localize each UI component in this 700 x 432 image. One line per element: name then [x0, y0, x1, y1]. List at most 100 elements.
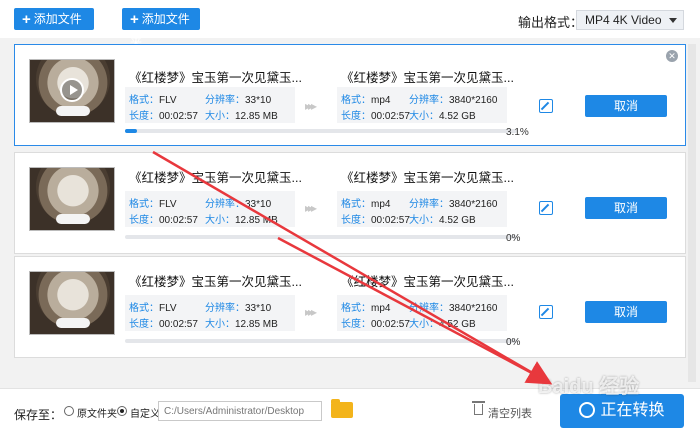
duration-key: 长度： [341, 215, 371, 226]
radio-custom[interactable] [117, 406, 127, 416]
output-format-select[interactable]: MP4 4K Video [576, 10, 684, 30]
plus-icon: + [130, 11, 139, 28]
plus-icon: + [22, 11, 31, 28]
target-title: 《红楼梦》宝玉第一次见黛玉... [341, 275, 514, 289]
baidu-watermark: Baidu 经验 [538, 376, 640, 398]
clear-list-button[interactable]: 清空列表 [488, 405, 532, 421]
format-key: 格式： [341, 95, 371, 106]
add-folder-button[interactable]: + 添加文件夹 [122, 8, 200, 49]
top-toolbar: + 添加文件 + 添加文件夹 输出格式： MP4 4K Video [0, 0, 700, 49]
progress-bar [125, 235, 517, 239]
save-to-label: 保存至： [14, 408, 63, 422]
trash-icon[interactable] [472, 401, 485, 415]
cancel-button[interactable]: 取消 [585, 301, 667, 323]
format-key: 格式： [341, 303, 371, 314]
resolution-key: 分辨率： [205, 95, 245, 106]
size-value: 4.52 GB [439, 319, 476, 330]
resolution-value: 3840*2160 [449, 303, 498, 314]
arrow-right-icon: ▸▸▸ [305, 201, 317, 215]
format-value: FLV [159, 95, 177, 106]
source-info: 格式：FLV 分辨率：33*10 长度：00:02:57 大小：12.85 MB [125, 87, 295, 123]
progress-bar [125, 129, 517, 133]
size-key: 大小： [409, 319, 439, 330]
duration-key: 长度： [341, 111, 371, 122]
source-title: 《红楼梦》宝玉第一次见黛玉... [129, 71, 302, 85]
duration-key: 长度： [129, 111, 159, 122]
video-thumbnail[interactable] [29, 271, 115, 335]
target-title: 《红楼梦》宝玉第一次见黛玉... [341, 171, 514, 185]
cancel-button[interactable]: 取消 [585, 197, 667, 219]
add-file-label: 添加文件 [33, 12, 82, 26]
start-convert-label: 正在转换 [600, 402, 665, 419]
format-key: 格式： [129, 303, 159, 314]
progress-fill [125, 129, 138, 133]
target-info: 格式：mp4 分辨率：3840*2160 长度：00:02:57 大小：4.52… [337, 191, 507, 227]
task-card[interactable]: 《红楼梦》宝玉第一次见黛玉... 格式：FLV 分辨率：33*10 长度：00:… [14, 256, 686, 358]
task-card[interactable]: 《红楼梦》宝玉第一次见黛玉... 格式：FLV 分辨率：33*10 长度：00:… [14, 152, 686, 254]
thumbnail-art [56, 106, 90, 116]
convert-icon [579, 402, 596, 418]
thumbnail-art [56, 318, 90, 328]
video-thumbnail[interactable] [29, 59, 115, 123]
progress-bar [125, 339, 517, 343]
source-title: 《红楼梦》宝玉第一次见黛玉... [129, 275, 302, 289]
scrollbar[interactable] [688, 44, 696, 382]
output-path-field[interactable] [158, 401, 322, 421]
source-info: 格式：FLV 分辨率：33*10 长度：00:02:57 大小：12.85 MB [125, 191, 295, 227]
format-key: 格式： [129, 199, 159, 210]
progress-percent: 3.1% [506, 127, 529, 138]
duration-key: 长度： [341, 319, 371, 330]
duration-key: 长度： [129, 215, 159, 226]
size-key: 大小： [205, 215, 235, 226]
duration-value: 00:02:57 [159, 215, 198, 226]
duration-value: 00:02:57 [371, 215, 410, 226]
output-format-value: MP4 4K Video [585, 13, 662, 27]
duration-value: 00:02:57 [371, 111, 410, 122]
start-convert-button[interactable]: 正在转换 [560, 394, 684, 428]
edit-icon[interactable] [539, 305, 553, 319]
edit-icon[interactable] [539, 201, 553, 215]
resolution-key: 分辨率： [409, 303, 449, 314]
radio-source-folder-label: 原文件夹 [77, 409, 117, 420]
resolution-value: 33*10 [245, 199, 272, 210]
task-card[interactable]: ✕ 《红楼梦》宝玉第一次见黛玉... 格式：FLV 分辨率：33*10 长度：0… [14, 44, 686, 146]
duration-key: 长度： [129, 319, 159, 330]
format-value: mp4 [371, 303, 391, 314]
duration-value: 00:02:57 [159, 111, 198, 122]
format-value: mp4 [371, 199, 391, 210]
arrow-right-icon: ▸▸▸ [305, 305, 317, 319]
thumbnail-art [56, 214, 90, 224]
format-value: mp4 [371, 95, 391, 106]
resolution-value: 3840*2160 [449, 199, 498, 210]
format-value: FLV [159, 199, 177, 210]
duration-value: 00:02:57 [371, 319, 410, 330]
cancel-button[interactable]: 取消 [585, 95, 667, 117]
size-key: 大小： [205, 319, 235, 330]
arrow-right-icon: ▸▸▸ [305, 99, 317, 113]
resolution-key: 分辨率： [409, 199, 449, 210]
folder-icon[interactable] [331, 399, 353, 418]
resolution-key: 分辨率： [205, 303, 245, 314]
close-icon[interactable]: ✕ [666, 50, 678, 62]
target-title: 《红楼梦》宝玉第一次见黛玉... [341, 71, 514, 85]
size-value: 12.85 MB [235, 111, 278, 122]
progress-percent: 0% [506, 337, 521, 348]
video-thumbnail[interactable] [29, 167, 115, 231]
resolution-value: 33*10 [245, 95, 272, 106]
duration-value: 00:02:57 [159, 319, 198, 330]
add-file-button[interactable]: + 添加文件 [14, 8, 94, 30]
target-info: 格式：mp4 分辨率：3840*2160 长度：00:02:57 大小：4.52… [337, 87, 507, 123]
size-key: 大小： [205, 111, 235, 122]
resolution-value: 3840*2160 [449, 95, 498, 106]
edit-icon[interactable] [539, 99, 553, 113]
size-key: 大小： [409, 111, 439, 122]
chevron-down-icon [669, 18, 677, 23]
progress-percent: 0% [506, 233, 521, 244]
radio-source-folder[interactable] [64, 406, 74, 416]
format-key: 格式： [129, 95, 159, 106]
resolution-key: 分辨率： [205, 199, 245, 210]
size-value: 12.85 MB [235, 215, 278, 226]
output-format-label: 输出格式： [518, 15, 584, 30]
play-icon[interactable] [60, 78, 84, 102]
size-key: 大小： [409, 215, 439, 226]
